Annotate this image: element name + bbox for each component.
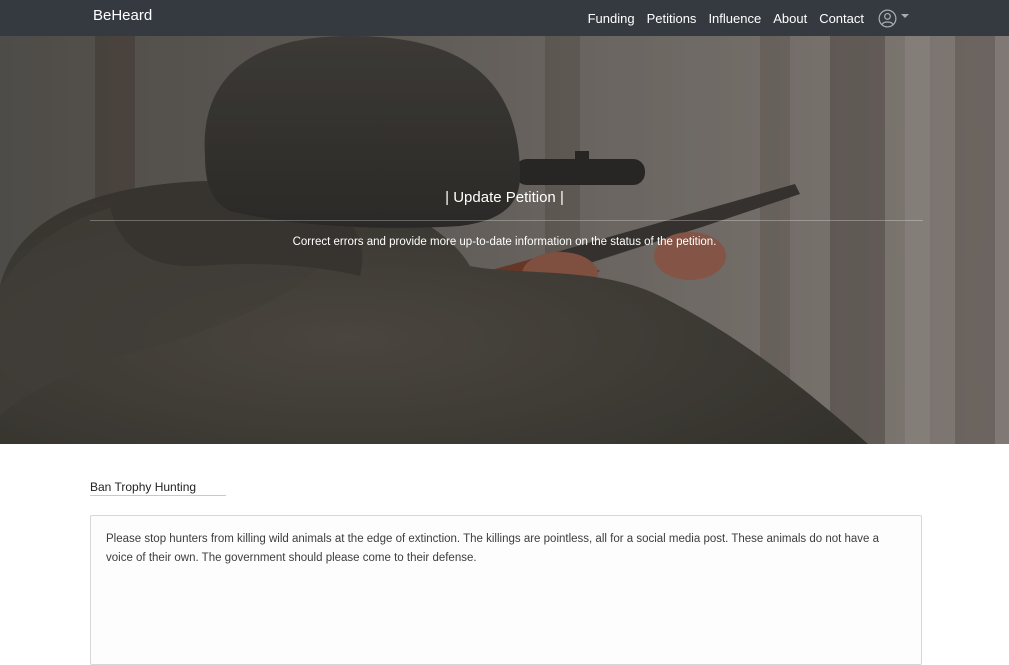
hero-divider [90,220,923,221]
hero-title: | Update Petition | [445,189,564,206]
hero-subtitle: Correct errors and provide more up-to-da… [292,236,717,248]
brand-logo[interactable]: BeHeard [93,7,152,24]
user-menu-toggle[interactable] [878,9,909,28]
user-circle-icon [878,9,897,27]
top-navbar: BeHeard Funding Petitions Influence Abou… [0,0,1009,36]
nav-link-influence[interactable]: Influence [708,11,761,26]
petition-description-textarea[interactable]: Please stop hunters from killing wild an… [90,515,922,665]
chevron-down-icon [901,14,909,18]
hero-banner: | Update Petition | Correct errors and p… [0,36,1009,444]
nav-link-about[interactable]: About [773,11,807,26]
nav-link-contact[interactable]: Contact [819,11,864,26]
nav-links: Funding Petitions Influence About Contac… [588,0,909,36]
nav-link-petitions[interactable]: Petitions [647,11,697,26]
nav-link-funding[interactable]: Funding [588,11,635,26]
petition-title-input[interactable] [90,479,226,496]
